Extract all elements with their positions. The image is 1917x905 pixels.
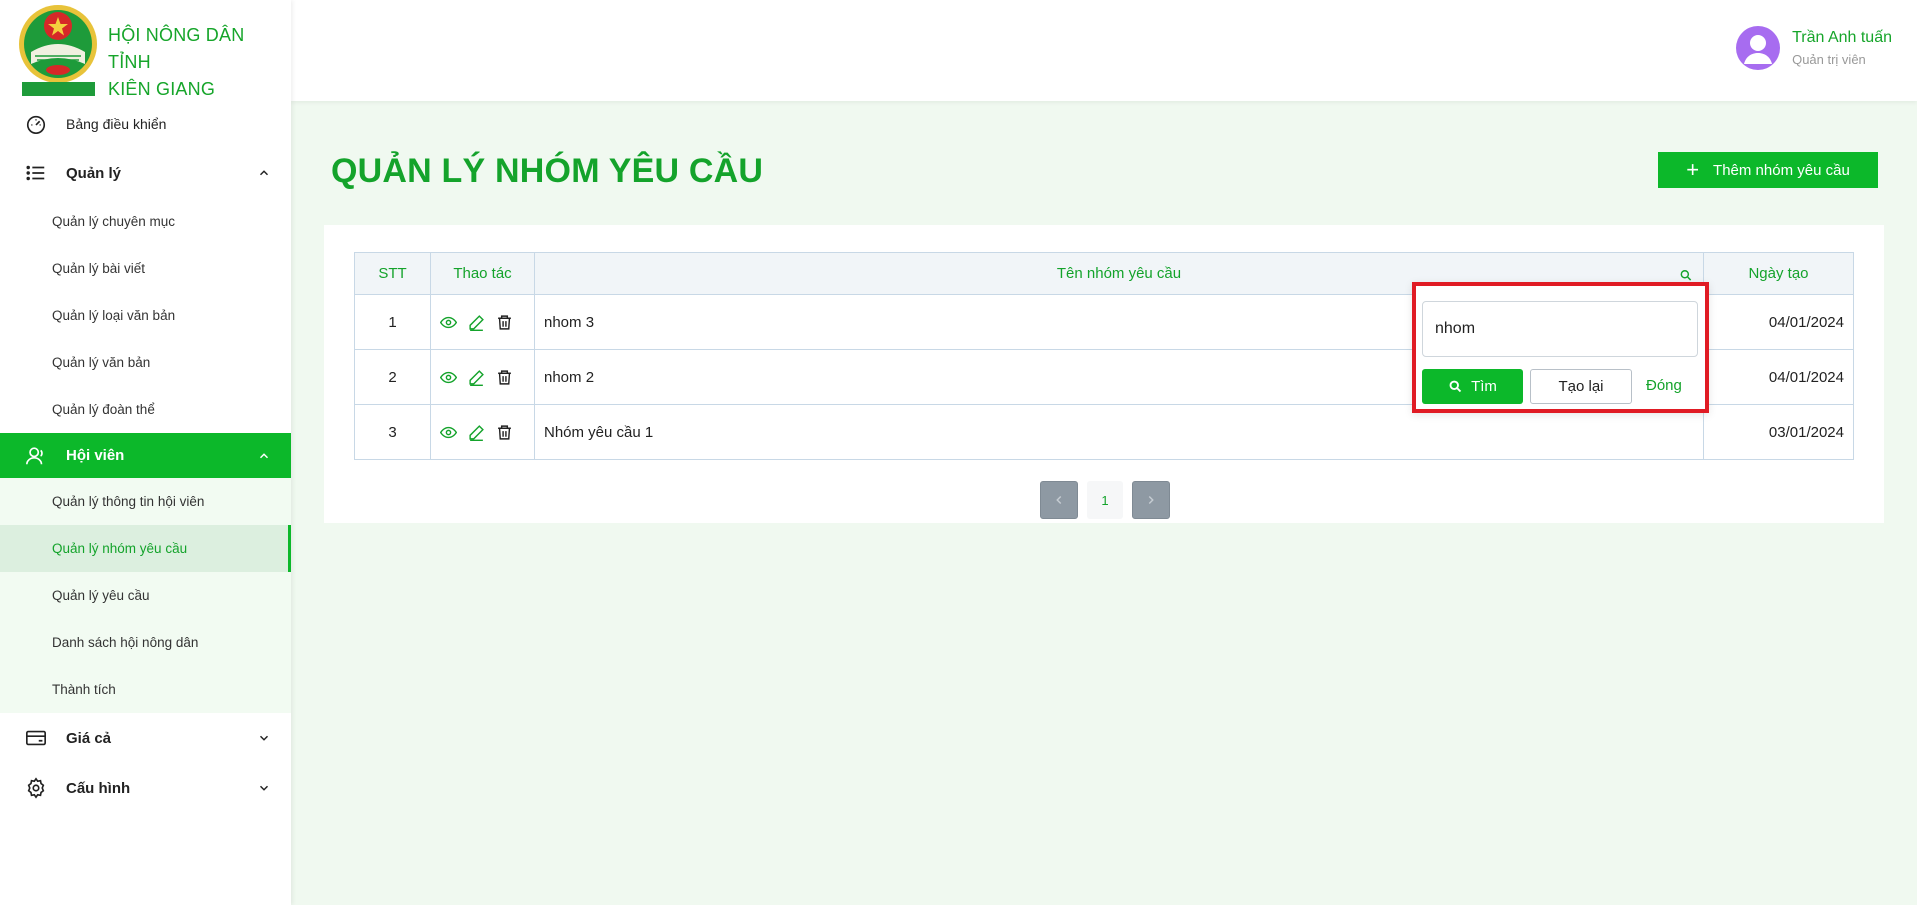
sidebar-item-categories[interactable]: Quản lý chuyên mục [0,198,291,245]
chevron-right-icon [1148,495,1154,505]
trash-icon[interactable] [496,424,513,441]
plus-icon: + [1686,157,1700,182]
list-icon [24,161,48,185]
brand-title: HỘI NÔNG DÂN TỈNH KIÊN GIANG [108,22,291,103]
pagination: 1 [1040,481,1170,519]
brand: HỘI NÔNG DÂN TỈNH KIÊN GIANG [0,0,291,100]
find-button-label: Tìm [1471,378,1497,395]
sidebar-item-document-types[interactable]: Quản lý loại văn bản [0,292,291,339]
search-icon[interactable] [1679,268,1693,282]
column-header-name-label: Tên nhóm yêu cầu [1056,265,1182,282]
sidebar-item-request-groups[interactable]: Quản lý nhóm yêu cầu [0,525,291,572]
column-filter-popup: Tìm Tạo lại Đóng [1412,282,1709,413]
cell-date: 04/01/2024 [1703,294,1854,350]
sidebar-item-label: Bảng điều khiển [66,116,167,132]
management-submenu: Quản lý chuyên mục Quản lý bài viết Quản… [0,198,291,433]
user-name: Trần Anh tuấn [1792,29,1892,46]
sidebar-item-requests[interactable]: Quản lý yêu cầu [0,572,291,619]
next-page-button[interactable] [1132,481,1170,519]
sidebar-item-member-info[interactable]: Quản lý thông tin hội viên [0,478,291,525]
cell-stt: 1 [354,294,431,350]
cell-actions [430,294,535,350]
sidebar-group-label: Cấu hình [66,779,131,797]
brand-title-line2: KIÊN GIANG [108,79,216,99]
chevron-down-icon [259,735,269,741]
user-profile[interactable]: Trần Anh tuấn Quản trị viên [1736,26,1892,70]
sidebar-group-label: Giá cả [66,729,112,747]
sidebar-item-unions[interactable]: Quản lý đoàn thể [0,386,291,433]
sidebar-item-posts[interactable]: Quản lý bài viết [0,245,291,292]
eye-icon[interactable] [440,314,457,331]
page-title: QUẢN LÝ NHÓM YÊU CẦU [331,152,764,190]
logo[interactable] [17,4,100,97]
close-filter-link[interactable]: Đóng [1646,377,1682,394]
edit-icon[interactable] [468,314,485,331]
sidebar-group-management[interactable]: Quản lý [0,148,291,198]
column-header-actions: Thao tác [430,252,535,295]
find-button[interactable]: Tìm [1422,369,1523,404]
chevron-left-icon [1056,495,1062,505]
sidebar-group-prices[interactable]: Giá cả [0,713,291,763]
add-request-group-button[interactable]: + Thêm nhóm yêu cầu [1658,152,1878,188]
cell-stt: 2 [354,349,431,405]
sidebar-item-dashboard[interactable]: Bảng điều khiển [0,100,291,148]
members-submenu: Quản lý thông tin hội viên Quản lý nhóm … [0,478,291,713]
cell-date: 03/01/2024 [1703,404,1854,460]
eye-icon[interactable] [440,424,457,441]
gear-icon [24,776,48,800]
avatar[interactable] [1736,26,1781,70]
user-role: Quản trị viên [1792,52,1866,67]
page-number[interactable]: 1 [1087,481,1123,519]
cell-actions [430,349,535,405]
speedometer-icon [24,112,48,136]
cell-date: 04/01/2024 [1703,349,1854,405]
credit-card-icon [24,726,48,750]
reset-button[interactable]: Tạo lại [1530,369,1632,404]
sidebar-item-documents[interactable]: Quản lý văn bản [0,339,291,386]
filter-search-input[interactable] [1422,301,1698,357]
user-icon [24,444,48,468]
trash-icon[interactable] [496,369,513,386]
column-header-date[interactable]: Ngày tạo [1703,252,1854,295]
cell-actions [430,404,535,460]
eye-icon[interactable] [440,369,457,386]
brand-title-line1: HỘI NÔNG DÂN TỈNH [108,25,245,72]
search-icon [1449,380,1462,393]
trash-icon[interactable] [496,314,513,331]
chevron-down-icon [259,785,269,791]
edit-icon[interactable] [468,369,485,386]
top-header: Trần Anh tuấn Quản trị viên [291,0,1917,101]
prev-page-button[interactable] [1040,481,1078,519]
sidebar-group-members[interactable]: Hội viên [0,433,291,478]
sidebar-group-label: Quản lý [66,164,122,182]
sidebar: HỘI NÔNG DÂN TỈNH KIÊN GIANG Bảng điều k… [0,0,291,905]
chevron-up-icon [259,170,269,176]
edit-icon[interactable] [468,424,485,441]
column-header-stt[interactable]: STT [354,252,431,295]
chevron-up-icon [259,452,269,458]
cell-stt: 3 [354,404,431,460]
add-button-label: Thêm nhóm yêu cầu [1713,161,1850,179]
sidebar-group-config[interactable]: Cấu hình [0,763,291,813]
sidebar-item-farmer-list[interactable]: Danh sách hội nông dân [0,619,291,666]
sidebar-item-achievements[interactable]: Thành tích [0,666,291,713]
sidebar-group-label: Hội viên [66,447,125,464]
